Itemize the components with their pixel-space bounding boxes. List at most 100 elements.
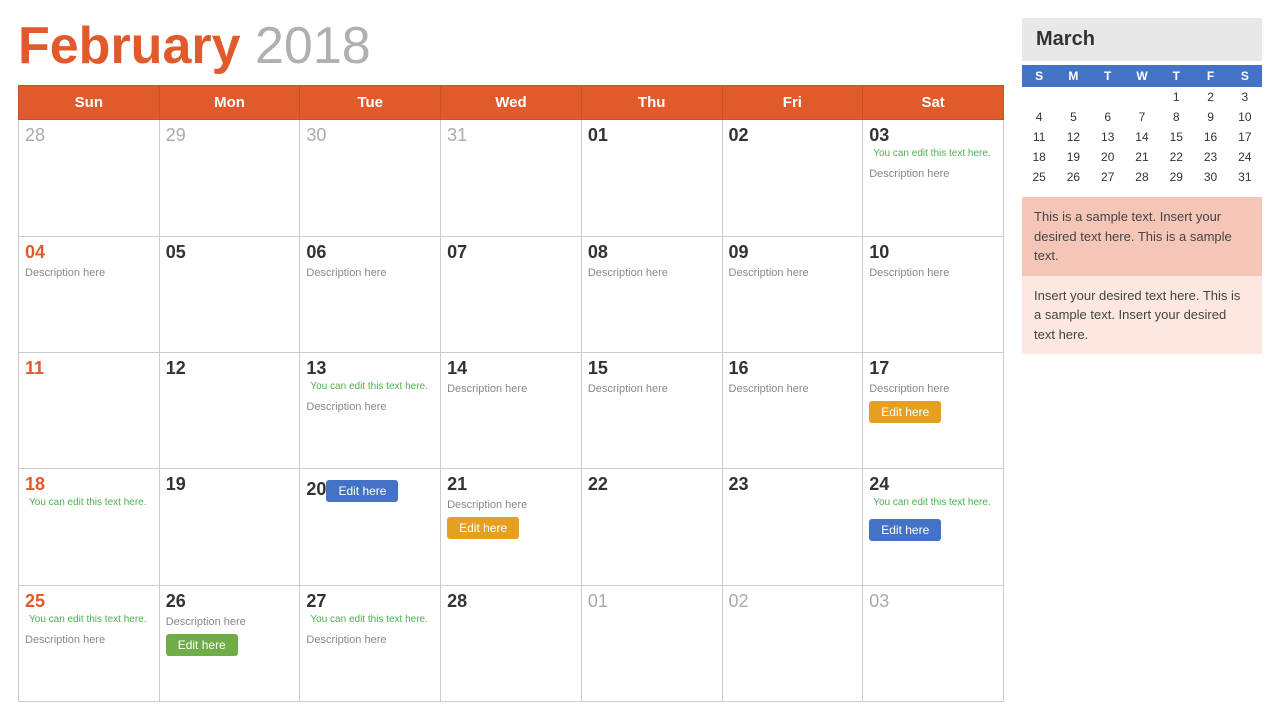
year-label: 2018: [255, 17, 371, 75]
day-number: 15: [588, 358, 608, 379]
mini-cal-day: 4: [1022, 107, 1056, 127]
description-text: Description here: [166, 616, 294, 628]
day-number: 01: [588, 591, 608, 612]
day-number: 11: [25, 358, 44, 379]
calendar-table: SunMonTueWedThuFriSat 28293031010203You …: [18, 85, 1004, 702]
day-number: 31: [447, 125, 467, 146]
calendar-cell: 27You can edit this text here.Descriptio…: [300, 585, 441, 701]
calendar-cell: 17Description hereEdit here: [863, 352, 1004, 468]
description-text: Description here: [869, 168, 997, 180]
edit-button[interactable]: Edit here: [447, 517, 519, 539]
calendar-cell: 22: [581, 469, 722, 585]
mini-cal-day: 25: [1022, 167, 1056, 187]
day-number: 26: [166, 591, 186, 612]
description-text: Description here: [25, 267, 153, 279]
mini-cal-day: 11: [1022, 127, 1056, 147]
calendar-cell: 23: [722, 469, 863, 585]
mini-cal-day: 24: [1228, 147, 1262, 167]
mini-cal-day: 28: [1125, 167, 1159, 187]
description-text: Description here: [869, 267, 997, 279]
calendar-cell: 04 Description here: [19, 236, 160, 352]
calendar-cell: 19: [159, 469, 300, 585]
calendar-cell: 13You can edit this text here.Descriptio…: [300, 352, 441, 468]
description-text: Description here: [729, 267, 857, 279]
main-area: February 2018 SunMonTueWedThuFriSat 2829…: [18, 18, 1004, 702]
calendar-cell: 16Description here: [722, 352, 863, 468]
calendar-cell: 05: [159, 236, 300, 352]
calendar-week-row: 11 1213You can edit this text here.Descri…: [19, 352, 1004, 468]
mini-cal-day: 27: [1091, 167, 1125, 187]
can-edit-text: You can edit this text here.: [873, 148, 991, 160]
description-text: Description here: [869, 383, 997, 395]
day-number: 18: [25, 474, 45, 495]
weekday-header: Sat: [863, 86, 1004, 120]
description-text: Description here: [447, 499, 575, 511]
day-number: 04: [25, 242, 45, 263]
calendar-cell: 20Edit here: [300, 469, 441, 585]
calendar-cell: 15Description here: [581, 352, 722, 468]
mini-cal-day: 2: [1193, 87, 1227, 107]
mini-cal-day: 19: [1056, 147, 1090, 167]
weekday-header: Wed: [441, 86, 582, 120]
calendar-cell: 06Description here: [300, 236, 441, 352]
calendar-cell: 26 Description here Edit here: [159, 585, 300, 701]
day-number: 07: [447, 242, 467, 263]
day-number: 19: [166, 474, 186, 495]
day-number: 10: [869, 242, 889, 263]
mini-cal-day: 12: [1056, 127, 1090, 147]
mini-cal-day: 15: [1159, 127, 1193, 147]
mini-cal-day: 23: [1193, 147, 1227, 167]
edit-button[interactable]: Edit here: [869, 519, 941, 541]
mini-cal-day: [1091, 87, 1125, 107]
mini-cal-day: 22: [1159, 147, 1193, 167]
calendar-cell: 25You can edit this text here.Descriptio…: [19, 585, 160, 701]
calendar-cell: 09 Description here: [722, 236, 863, 352]
edit-button[interactable]: Edit here: [869, 401, 941, 423]
day-number: 22: [588, 474, 608, 495]
mini-cal-day: 7: [1125, 107, 1159, 127]
month-title: February 2018: [18, 18, 1004, 75]
day-number: 28: [447, 591, 467, 612]
mini-cal-day: [1125, 87, 1159, 107]
mini-cal-day: [1022, 87, 1056, 107]
mini-cal-day: 3: [1228, 87, 1262, 107]
weekday-header: Fri: [722, 86, 863, 120]
mini-cal-day: 8: [1159, 107, 1193, 127]
calendar-cell: 10 Description here: [863, 236, 1004, 352]
day-number: 06: [306, 242, 326, 263]
day-number: 03: [869, 125, 889, 146]
calendar-cell: 11: [19, 352, 160, 468]
sidebar: March SMTWTFS 12345678910111213141516171…: [1022, 18, 1262, 702]
mini-cal-day: 1: [1159, 87, 1193, 107]
day-number: 20: [306, 479, 326, 500]
mini-cal-header: M: [1056, 65, 1090, 87]
mini-calendar: SMTWTFS 12345678910111213141516171819202…: [1022, 65, 1262, 187]
edit-button[interactable]: Edit here: [326, 480, 398, 502]
calendar-cell: 01: [581, 585, 722, 701]
can-edit-text: You can edit this text here.: [310, 381, 428, 393]
mini-cal-day: 20: [1091, 147, 1125, 167]
day-number: 05: [166, 242, 186, 263]
can-edit-text: You can edit this text here.: [873, 497, 991, 509]
day-number: 24: [869, 474, 889, 495]
mini-cal-header: T: [1159, 65, 1193, 87]
day-number: 02: [729, 125, 749, 146]
calendar-week-row: 28293031010203You can edit this text her…: [19, 120, 1004, 236]
weekday-header: Sun: [19, 86, 160, 120]
calendar-cell: 30: [300, 120, 441, 236]
mini-cal-header: F: [1193, 65, 1227, 87]
mini-cal-day: 16: [1193, 127, 1227, 147]
day-number: 29: [166, 125, 186, 146]
mini-cal-day: 17: [1228, 127, 1262, 147]
edit-button[interactable]: Edit here: [166, 634, 238, 656]
mini-cal-day: 21: [1125, 147, 1159, 167]
sidebar-text2: Insert your desired text here. This is a…: [1022, 276, 1262, 355]
calendar-cell: 18You can edit this text here.: [19, 469, 160, 585]
mini-cal-day: 30: [1193, 167, 1227, 187]
weekday-header: Thu: [581, 86, 722, 120]
day-number: 27: [306, 591, 326, 612]
day-number: 09: [729, 242, 749, 263]
calendar-cell: 12: [159, 352, 300, 468]
description-text: Description here: [306, 634, 434, 646]
mini-cal-day: 5: [1056, 107, 1090, 127]
